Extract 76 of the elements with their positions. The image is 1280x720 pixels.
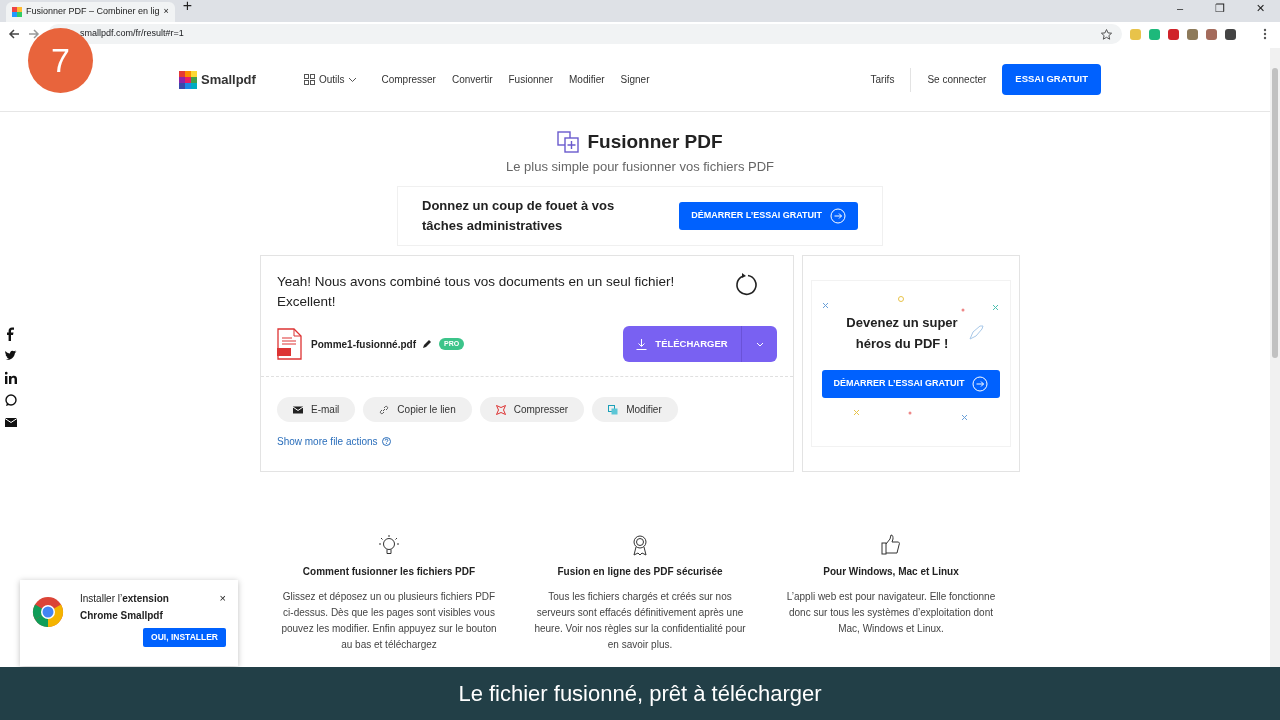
promo-text: Donnez un coup de fouet à vos tâches administratives (422, 197, 616, 235)
edit-icon (608, 404, 619, 415)
tab-close-button[interactable]: × (163, 5, 169, 19)
circle-logo-icon (32, 596, 64, 628)
extension-icon[interactable] (1187, 28, 1198, 40)
chevron-icon (348, 76, 358, 83)
nav-link[interactable]: Convertir (451, 72, 493, 87)
file-name: Pomme1-fusionné.pdf (311, 337, 416, 352)
pdf-file-icon (277, 328, 303, 360)
bird-icon[interactable] (5, 349, 17, 363)
more-actions-link[interactable]: Show more file actions (277, 434, 378, 449)
close-button[interactable]: × (219, 590, 226, 607)
share-icon[interactable] (5, 327, 15, 341)
feature-title: Comment fusionner les fichiers PDF (302, 565, 476, 579)
forward-icon[interactable] (28, 28, 40, 40)
arrow-circle-icon (972, 376, 989, 392)
chat-icon[interactable] (5, 393, 17, 407)
feature-title: Fusion en ligne des PDF sécurisée (557, 565, 723, 579)
share-icon[interactable] (5, 371, 17, 385)
star-icon[interactable] (1101, 28, 1112, 40)
arrow-circle-icon (830, 208, 846, 224)
action-button[interactable]: E-mail (277, 397, 356, 422)
logo-icon (179, 70, 197, 89)
trial-button[interactable]: DÉMARRER L’ESSAI GRATUIT (679, 202, 858, 230)
tab-title: Fusionner PDF – Combiner en lig (26, 5, 160, 19)
pencil-icon[interactable] (422, 339, 431, 349)
grid-icon (303, 74, 315, 85)
favicon-icon (12, 7, 22, 17)
merge-icon (557, 131, 580, 154)
nav-link[interactable]: Fusionner (508, 72, 553, 87)
nav-link[interactable]: Signer (620, 72, 650, 87)
extension-icon[interactable] (1206, 28, 1217, 40)
back-icon[interactable] (8, 28, 20, 40)
action-button[interactable]: Copier le lien (363, 397, 472, 422)
popup-text: Installer l’extension Chrome Smallpdf (80, 592, 170, 623)
browser-tab[interactable]: Fusionner PDF – Combiner en lig × (6, 2, 175, 22)
window-button[interactable]: ✕ (1240, 0, 1280, 17)
feature-title: Pour Windows, Mac et Linux (823, 565, 959, 579)
trial-button[interactable]: ESSAI GRATUIT (1002, 64, 1101, 95)
envelope-icon (293, 404, 303, 415)
logo-text: Smallpdf (201, 70, 256, 89)
caption-text: Le fichier fusionné, prêt à télécharger (458, 680, 822, 708)
chevron-icon (755, 341, 764, 347)
page-title: Fusionner PDF (587, 130, 723, 154)
login-link[interactable]: Se connecter (927, 72, 987, 87)
address-field[interactable]: smallpdf.com/fr/result#r=1 (48, 24, 1122, 44)
nav-link[interactable]: Modifier (569, 72, 605, 87)
extension-icon[interactable] (1225, 28, 1236, 40)
download-icon (636, 338, 648, 350)
nav-link[interactable]: Tarifs (870, 72, 895, 87)
page-subtitle: Le plus simple pour fusionner vos fichiers PDF (504, 157, 776, 176)
mail-icon[interactable] (5, 415, 17, 429)
feature-text: Glissez et déposez un ou plusieurs fichiers PDF ci-dessus. Dès que les pages sont visibles vous pouvez les modifier. Enfin appuyez sur le bouton au bas et téléchargez (280, 590, 498, 652)
action-button[interactable]: Compresser (479, 397, 585, 422)
result-message: Yeah! Nous avons combiné tous vos documents en un seul fichier! (277, 273, 675, 291)
feature-text: Tous les fichiers chargés et créés sur nos serveurs sont effacés définitivement après une heure. Voir nos règles sur la confidentialité pour en savoir plus. (533, 590, 747, 652)
nav-link[interactable]: Compresser (381, 72, 436, 87)
help-icon (381, 437, 391, 446)
lightbulb-icon (378, 534, 400, 556)
download-button[interactable]: TÉLÉCHARGER (623, 326, 741, 362)
result-message: Excellent! (277, 293, 337, 311)
feature-text: L’appli web est pour navigateur. Elle fonctionne donc sur tous les systèmes d’exploitation dont Mac, Windows et Linux. (785, 590, 997, 636)
new-tab-button[interactable]: + (182, 0, 193, 18)
window-button[interactable]: ❐ (1200, 0, 1240, 17)
action-button[interactable]: Modifier (592, 397, 678, 422)
promo-title: Devenez un super héros du PDF ! (845, 314, 959, 353)
install-button[interactable]: OUI, INSTALLER (143, 628, 226, 647)
thumbs-up-icon (880, 534, 902, 556)
tools-menu[interactable]: Outils (303, 72, 358, 87)
url-text: smallpdf.com/fr/result#r=1 (80, 27, 185, 41)
restart-icon[interactable] (733, 272, 759, 298)
trial-button[interactable]: DÉMARRER L’ESSAI GRATUIT (821, 370, 1001, 398)
compress-icon (495, 404, 506, 415)
window-button[interactable]: – (1160, 0, 1200, 17)
extension-icon[interactable] (1168, 28, 1179, 40)
link-icon (379, 404, 390, 415)
